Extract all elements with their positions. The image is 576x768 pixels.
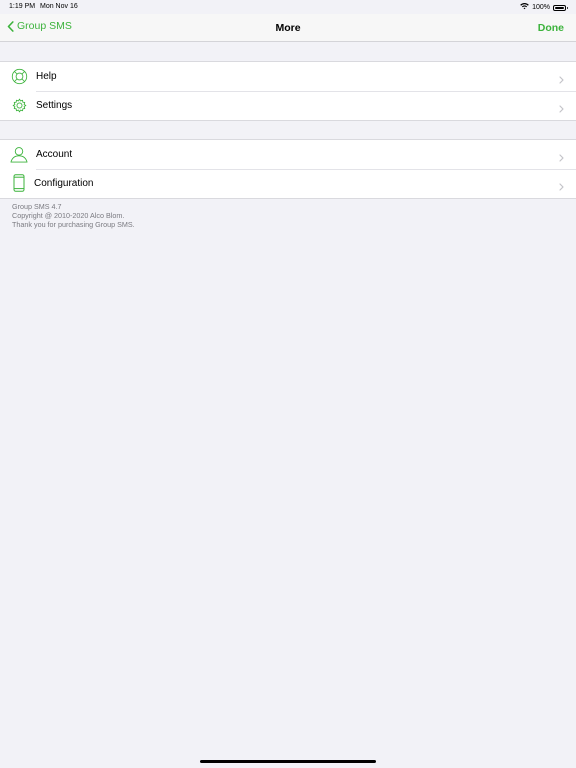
settings-group-1: Help Settings: [0, 61, 576, 121]
app-version: Group SMS 4.7: [12, 202, 62, 211]
done-button[interactable]: Done: [538, 22, 564, 34]
thanks-text: Thank you for purchasing Group SMS.: [12, 220, 135, 229]
row-configuration-label: Configuration: [34, 178, 94, 189]
status-bar: 1:19 PM Mon Nov 16 100%: [0, 0, 576, 14]
row-settings[interactable]: Settings: [0, 91, 576, 120]
back-button-label: Group SMS: [17, 20, 72, 32]
page-title: More: [275, 22, 301, 34]
row-account[interactable]: Account: [0, 140, 576, 169]
battery-fill: [555, 6, 564, 9]
status-time: 1:19 PM: [9, 3, 36, 10]
back-button[interactable]: Group SMS: [7, 20, 72, 32]
lifebuoy-icon: [10, 67, 28, 85]
copyright-text: Copyright @ 2010-2020 Alco Blom.: [12, 211, 125, 220]
row-help-label: Help: [36, 71, 57, 82]
battery-percent: 100%: [532, 4, 550, 11]
chevron-left-icon: [7, 20, 14, 32]
gear-icon: [10, 96, 28, 114]
row-configuration[interactable]: Configuration: [0, 169, 576, 198]
status-date: Mon Nov 16: [40, 3, 78, 10]
chevron-right-icon: [559, 71, 564, 89]
phone-icon: [10, 174, 28, 192]
wifi-icon: [520, 3, 529, 12]
chevron-right-icon: [559, 178, 564, 196]
battery-icon: [553, 4, 568, 11]
chevron-right-icon: [559, 149, 564, 167]
row-settings-label: Settings: [36, 100, 73, 111]
row-help[interactable]: Help: [0, 62, 576, 91]
person-icon: [10, 145, 28, 163]
chevron-right-icon: [559, 100, 564, 118]
settings-group-2: Account Configuration: [0, 139, 576, 199]
home-indicator[interactable]: [200, 760, 376, 763]
row-account-label: Account: [36, 149, 73, 160]
navigation-bar: Group SMS More Done: [0, 14, 576, 42]
status-indicators: 100%: [520, 3, 568, 12]
app-info-footer: Group SMS 4.7 Copyright @ 2010-2020 Alco…: [12, 202, 135, 229]
